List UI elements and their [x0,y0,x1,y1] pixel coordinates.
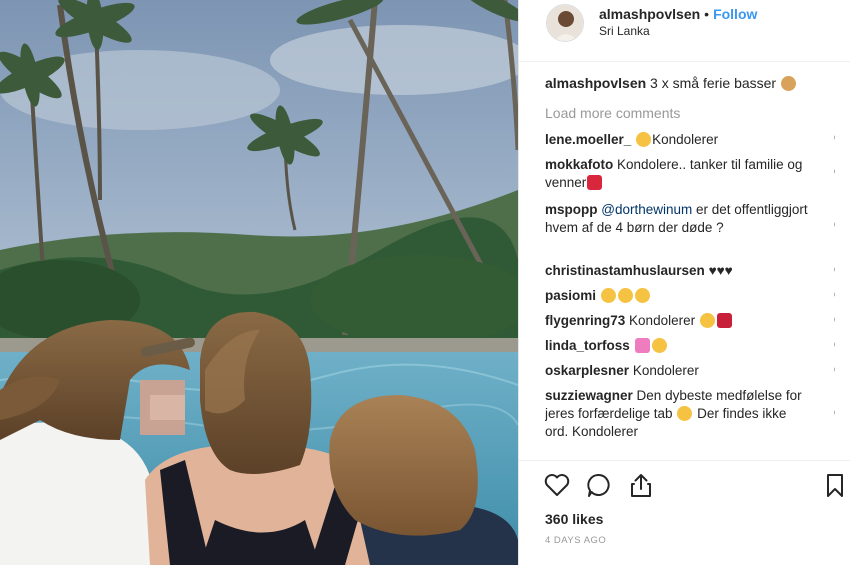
avatar-image [547,5,583,41]
pink-heart-emoji-icon [634,338,650,353]
broken-heart-emoji-icon [716,313,732,328]
sad-face-emoji-icon [636,132,652,147]
comment-username[interactable]: oskarplesner [545,363,629,378]
comment-username[interactable]: christinastamhuslaursen [545,263,705,278]
crying-face-emoji-icon [617,288,633,303]
comment-item: lene.moeller_ Kondolerer [545,131,813,149]
sad-face-emoji-icon [699,313,715,328]
comment-item: suzziewagner Den dybeste medfølelse for … [545,387,813,441]
post-timestamp: 4 DAYS AGO [545,535,607,546]
bookmark-icon[interactable] [821,471,849,499]
sad-face-emoji-icon [651,338,667,353]
comment-username[interactable]: pasiomi [545,288,596,303]
comment-like-heart-icon[interactable] [834,291,835,302]
crying-face-emoji-icon [600,288,616,303]
share-icon[interactable] [627,471,655,499]
post-photo[interactable] [0,0,518,565]
sad-face-emoji-icon [677,406,693,421]
comment-text: Kondolerer [652,132,719,147]
post-image [0,0,518,565]
instagram-post: almashpovlsen • Follow Sri Lanka almashpov… [0,0,850,565]
red-heart-emoji-icon [587,175,603,190]
comment-text: ♥♥♥ [708,263,733,278]
comment-like-heart-icon[interactable] [834,316,835,327]
avatar[interactable] [546,4,584,42]
comment-like-heart-icon[interactable] [834,266,835,277]
comment-mention[interactable]: @dorthewinum [601,202,692,217]
follow-button[interactable]: Follow [713,6,757,22]
comments-list[interactable]: almashpovlsen 3 x små ferie basser Load … [545,64,835,460]
separator-dot: • [704,6,710,22]
comment-like-heart-icon[interactable] [834,366,835,377]
comment-text: Kondolerer [632,363,699,378]
comment-like-heart-icon[interactable] [834,221,835,232]
caption-text: 3 x små ferie basser [650,75,777,91]
comment-username[interactable]: linda_torfoss [545,338,630,353]
header-username[interactable]: almashpovlsen [599,6,700,22]
header-user-line: almashpovlsen • Follow [599,6,757,22]
post-side-panel: almashpovlsen • Follow Sri Lanka almashpov… [518,0,850,565]
comment-item: mspopp @dorthewinum er det offentliggjor… [545,201,813,237]
comment-text: Kondolerer [629,313,696,328]
comment-icon[interactable] [585,471,613,499]
heart-icon[interactable] [543,471,571,499]
comment-username[interactable]: flygenring73 [545,313,625,328]
comment-item: christinastamhuslaursen ♥♥♥ [545,262,813,280]
post-header: almashpovlsen • Follow Sri Lanka [519,0,850,62]
comment-item: mokkafoto Kondolere.. tanker til familie… [545,156,813,192]
comment-username[interactable]: mspopp [545,202,598,217]
crying-face-emoji-icon [634,288,650,303]
comment-username[interactable]: suzziewagner [545,388,633,403]
load-more-comments[interactable]: Load more comments [545,105,680,121]
comment-like-heart-icon[interactable] [834,409,835,420]
likes-count[interactable]: 360 likes [545,511,603,527]
caption: almashpovlsen 3 x små ferie basser [545,75,797,91]
comment-username[interactable]: lene.moeller_ [545,132,631,147]
comment-username[interactable]: mokkafoto [545,157,613,172]
comment-like-heart-icon[interactable] [834,168,835,179]
comment-item: flygenring73 Kondolerer [545,312,813,330]
post-actions: 360 likes 4 DAYS AGO [519,460,850,565]
comment-item: oskarplesner Kondolerer [545,362,813,380]
comment-item: pasiomi [545,287,813,305]
location-link[interactable]: Sri Lanka [599,24,650,38]
bear-emoji-icon [781,76,796,91]
comment-like-heart-icon[interactable] [834,341,835,352]
caption-username[interactable]: almashpovlsen [545,75,646,91]
comment-like-heart-icon[interactable] [834,134,835,145]
comment-item: linda_torfoss [545,337,813,355]
